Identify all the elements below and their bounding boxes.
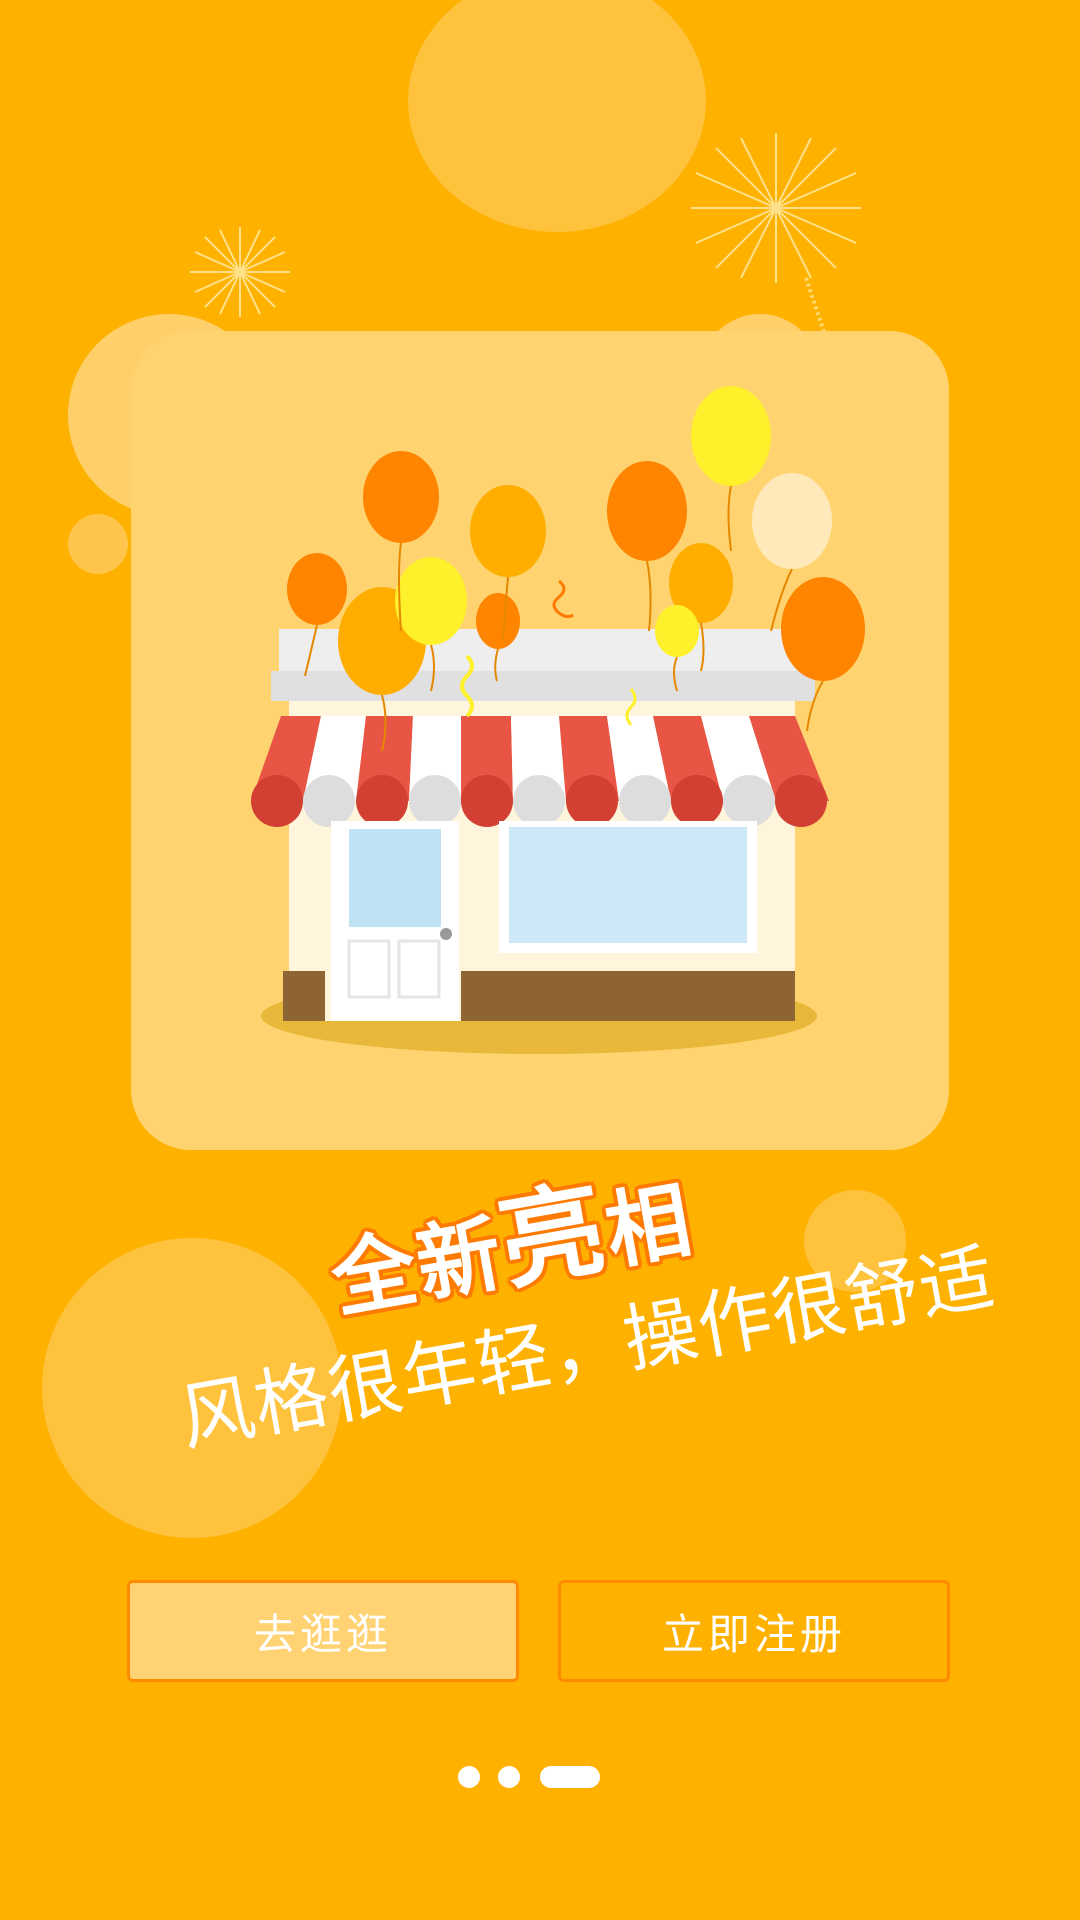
page-dot[interactable]: [458, 1766, 480, 1788]
register-button[interactable]: 立即注册: [558, 1580, 950, 1682]
bg-bubble: [408, 0, 706, 232]
headline-part3: 相: [598, 1170, 700, 1282]
firework-icon: [190, 227, 290, 317]
page-dot-active[interactable]: [540, 1766, 600, 1788]
page-dot[interactable]: [498, 1766, 520, 1788]
illustration-card: [131, 331, 949, 1150]
bg-bubble: [68, 514, 128, 574]
shop-illustration: [251, 386, 865, 1054]
browse-button[interactable]: 去逛逛: [127, 1580, 519, 1682]
headline-highlight: 亮: [490, 1166, 617, 1306]
page-indicator: [0, 1766, 1080, 1790]
